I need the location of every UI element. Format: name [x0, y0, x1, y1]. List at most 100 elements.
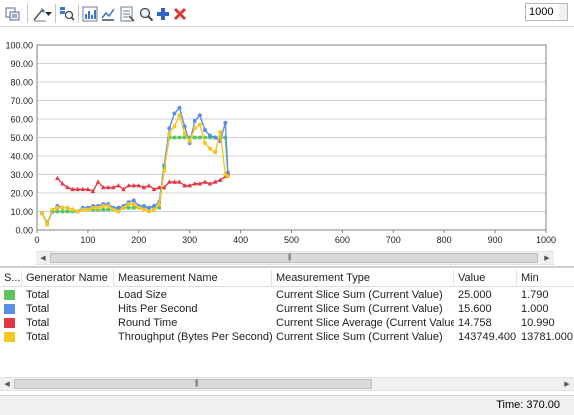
scroll-right-arrow[interactable]: ▶ [560, 378, 574, 390]
grid-horizontal-scrollbar[interactable]: ◀ ||| ▶ [0, 377, 574, 391]
cell-generator: Total [26, 289, 50, 301]
series-point-3 [40, 211, 45, 216]
series-point-3 [131, 202, 136, 207]
column-header-type[interactable]: Measurement Type [272, 270, 454, 287]
x-tick-label: 400 [233, 235, 248, 245]
interval-stepper[interactable] [559, 3, 568, 21]
y-tick-label: 80.00 [10, 78, 33, 88]
scroll-left-arrow[interactable]: ◀ [0, 378, 14, 390]
delete-icon [173, 7, 186, 20]
series-point-3 [192, 126, 197, 131]
series-point-1 [167, 126, 172, 131]
series-point-3 [157, 202, 162, 207]
elapsed-time-label: Time: 370.00 [496, 399, 560, 411]
series-point-1 [208, 133, 213, 138]
delete-counter-button[interactable] [171, 5, 188, 22]
series-point-1 [192, 118, 197, 123]
column-header-measurement[interactable]: Measurement Name [114, 270, 272, 287]
column-header-status[interactable]: S... [0, 270, 22, 287]
x-tick-label: 0 [34, 235, 39, 245]
series-point-2 [146, 183, 152, 188]
scroll-left-arrow[interactable]: ◀ [36, 252, 50, 264]
column-header-value[interactable]: Value [454, 270, 517, 287]
cell-value: 25.000 [458, 289, 492, 301]
show-hide-counters-button[interactable] [99, 5, 116, 22]
series-point-3 [182, 131, 187, 136]
series-point-3 [213, 150, 218, 155]
series-point-0 [65, 209, 70, 214]
sample-interval-input[interactable] [525, 3, 560, 21]
y-tick-label: 0.00 [15, 226, 33, 236]
scrollbar-thumb[interactable] [14, 379, 372, 389]
x-tick-label: 800 [437, 235, 452, 245]
series-point-3 [146, 209, 151, 214]
series-point-3 [208, 146, 213, 151]
series-point-1 [146, 205, 151, 210]
series-point-1 [213, 135, 218, 140]
toolbar-separator [27, 4, 28, 23]
pane-splitter[interactable] [0, 266, 574, 268]
table-row[interactable]: Total Throughput (Bytes Per Second) Curren… [0, 330, 574, 344]
cell-min: 10.990 [521, 317, 555, 329]
series-point-3 [177, 113, 182, 118]
table-row[interactable]: Total Round Time Current Slice Average (Cu… [0, 316, 574, 330]
series-point-3 [136, 205, 141, 210]
chart-horizontal-scrollbar[interactable]: ◀ ||| ▶ [36, 251, 554, 265]
table-row[interactable]: Total Hits Per Second Current Slice Sum (C… [0, 302, 574, 316]
cell-measurement: Hits Per Second [118, 303, 198, 315]
cell-generator: Total [26, 317, 50, 329]
series-point-0 [192, 135, 197, 140]
series-color-swatch [4, 304, 15, 314]
cell-min: 13781.000 [521, 331, 573, 343]
series-point-1 [172, 111, 177, 116]
x-tick-label: 700 [386, 235, 401, 245]
series-point-2 [202, 179, 208, 184]
series-point-3 [80, 207, 85, 212]
column-header-generator[interactable]: Generator Name [22, 270, 114, 287]
counter-chart-button[interactable] [81, 5, 98, 22]
series-point-3 [50, 207, 55, 212]
status-bar: Time: 370.00 [0, 395, 574, 415]
series-point-3 [172, 124, 177, 129]
series-point-3 [141, 207, 146, 212]
series-point-1 [202, 128, 207, 133]
series-point-1 [141, 203, 146, 208]
toolbar-separator [55, 4, 56, 23]
cell-type: Current Slice Sum (Current Value) [276, 289, 443, 301]
scroll-right-arrow[interactable]: ▶ [540, 252, 554, 264]
series-point-1 [197, 113, 202, 118]
series-point-3 [70, 207, 75, 212]
series-point-3 [96, 205, 101, 210]
series-point-2 [95, 179, 101, 184]
properties-button[interactable] [118, 5, 135, 22]
graph-options-dropdown[interactable] [44, 5, 52, 22]
y-tick-label: 70.00 [10, 96, 33, 106]
series-point-3 [45, 222, 50, 227]
series-point-3 [101, 203, 106, 208]
chart-icon [82, 6, 97, 21]
series-point-3 [106, 203, 111, 208]
series-point-0 [106, 207, 111, 212]
series-point-0 [198, 135, 202, 140]
copy-graph-button[interactable] [4, 5, 21, 22]
series-point-3 [85, 207, 90, 212]
series-point-0 [126, 206, 131, 210]
cell-value: 143749.400 [458, 331, 517, 343]
scrollbar-thumb[interactable] [50, 253, 538, 263]
add-counter-button[interactable] [154, 5, 171, 22]
find-button[interactable] [58, 5, 75, 22]
toolbar [0, 0, 574, 27]
series-point-2 [55, 175, 60, 180]
zoom-button[interactable] [137, 5, 154, 22]
properties-icon [120, 6, 135, 22]
y-tick-label: 90.00 [10, 59, 33, 69]
table-row[interactable]: Total Load Size Current Slice Sum (Current… [0, 288, 574, 302]
series-point-3 [90, 205, 95, 210]
column-header-min[interactable]: Min [517, 270, 574, 287]
measurement-grid-header: S... Generator Name Measurement Name Mea… [0, 270, 574, 287]
series-point-0 [131, 206, 136, 210]
series-point-3 [65, 205, 70, 210]
series-point-0 [55, 209, 60, 214]
series-point-3 [111, 207, 116, 212]
x-tick-label: 500 [284, 235, 299, 245]
